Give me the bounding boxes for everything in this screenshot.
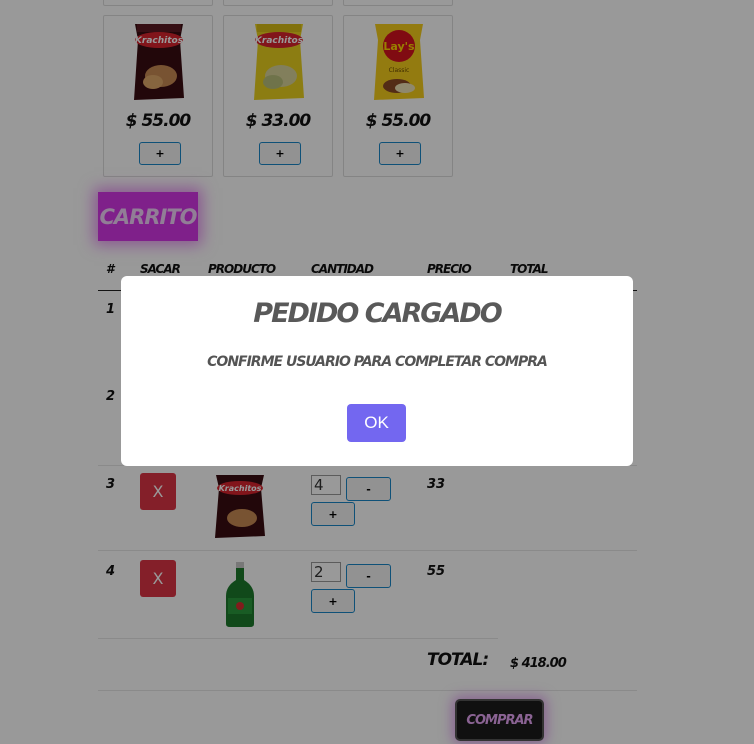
ok-button[interactable]: OK: [347, 404, 406, 442]
confirmation-dialog: PEDIDO CARGADO CONFIRME USUARIO PARA COM…: [121, 276, 633, 466]
dialog-message: CONFIRME USUARIO PARA COMPLETAR COMPRA: [207, 354, 548, 370]
dialog-title: PEDIDO CARGADO: [253, 298, 502, 329]
